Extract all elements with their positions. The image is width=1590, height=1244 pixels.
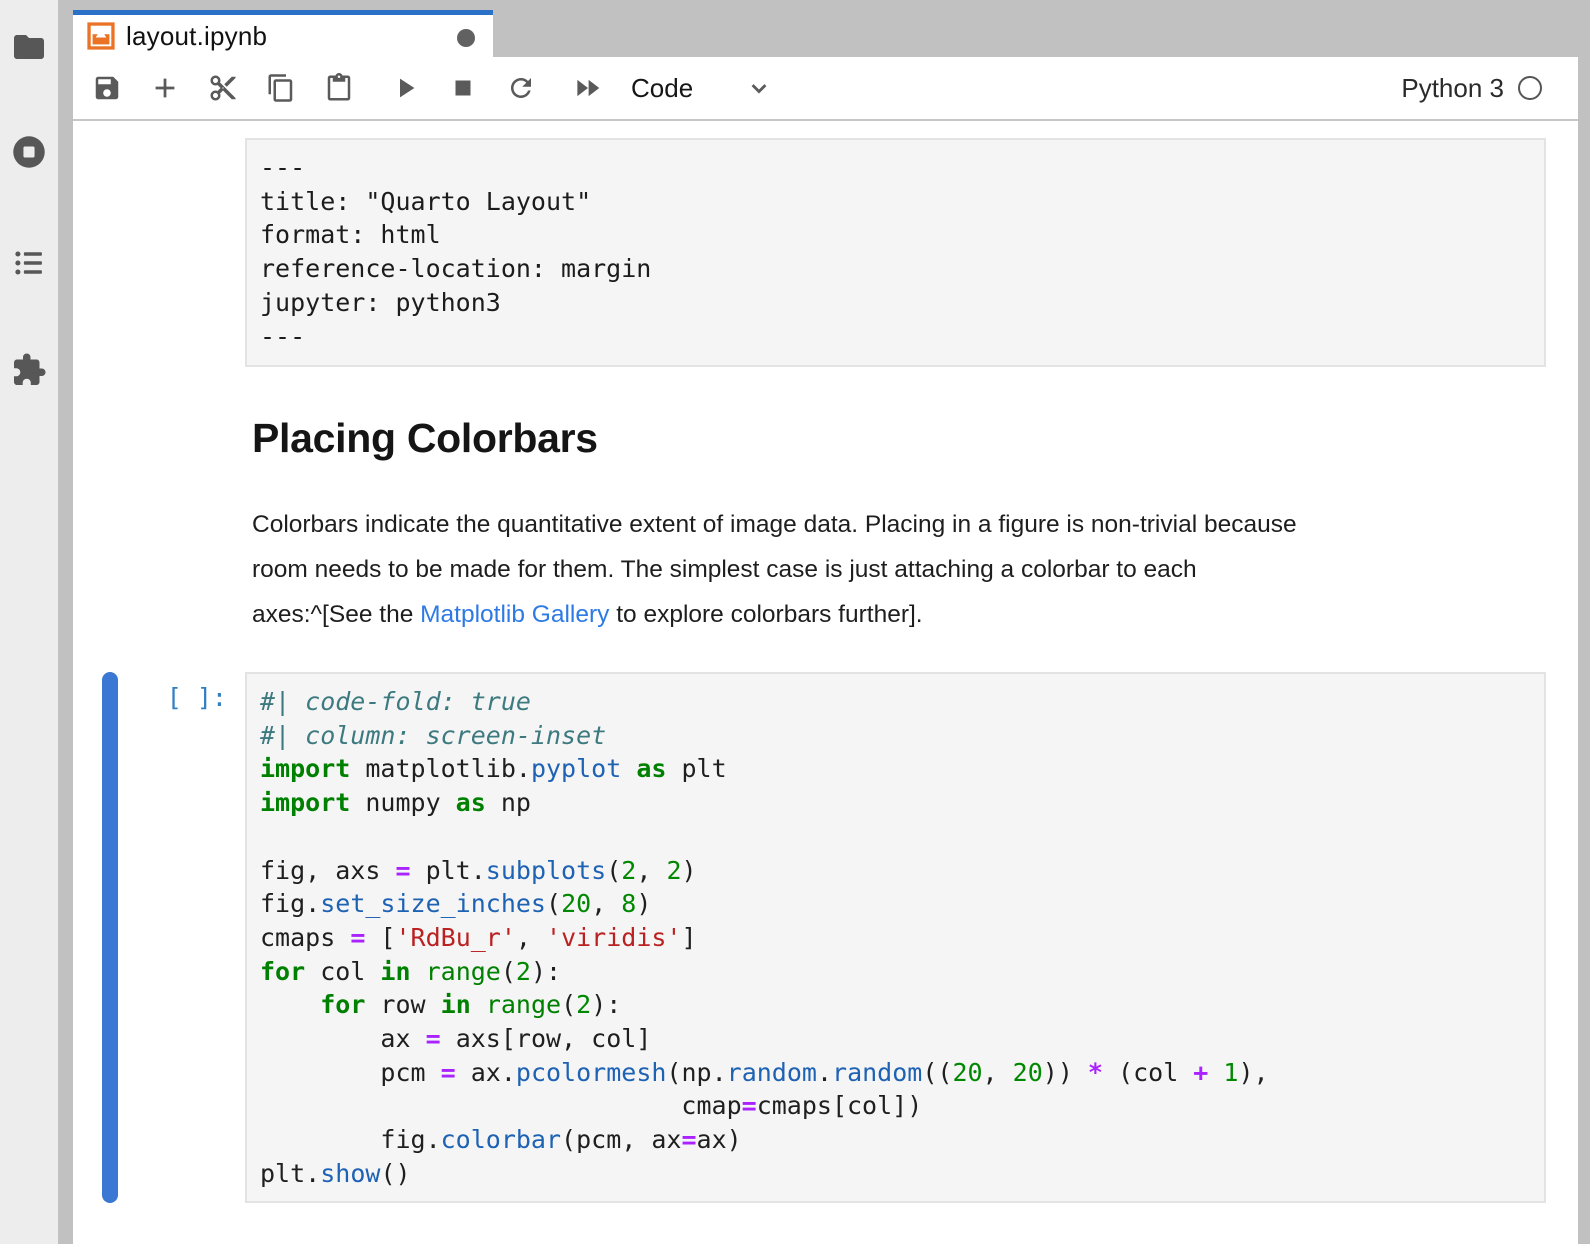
- restart-run-all-button[interactable]: [559, 61, 617, 115]
- paragraph-text: axes:^[See the: [252, 601, 420, 628]
- code-line: plt.show(): [260, 1157, 1531, 1191]
- insert-cell-button[interactable]: [136, 61, 194, 115]
- fast-forward-icon: [573, 73, 603, 103]
- code-line: for col in range(2):: [260, 955, 1531, 989]
- restart-icon: [506, 73, 536, 103]
- yaml-line: ---: [260, 151, 1531, 185]
- code-line: [260, 820, 1531, 854]
- copy-icon: [266, 73, 296, 103]
- folder-icon: [11, 29, 47, 65]
- code-line: #| column: screen-inset: [260, 719, 1531, 753]
- code-line: import matplotlib.pyplot as plt: [260, 752, 1531, 786]
- play-icon: [390, 73, 420, 103]
- save-button[interactable]: [78, 61, 136, 115]
- panel-divider: [58, 0, 73, 1244]
- code-editor[interactable]: #| code-fold: true#| column: screen-inse…: [245, 672, 1546, 1203]
- cell-type-dropdown[interactable]: Code: [631, 73, 773, 104]
- paragraph-text: to explore colorbars further].: [609, 601, 922, 628]
- extension-manager-icon[interactable]: [11, 352, 47, 388]
- notebook-panel: ---title: "Quarto Layout"format: htmlref…: [73, 121, 1578, 1244]
- matplotlib-gallery-link[interactable]: Matplotlib Gallery: [420, 601, 609, 628]
- code-line: fig.set_size_inches(20, 8): [260, 887, 1531, 921]
- notebook-tab[interactable]: layout.ipynb: [73, 10, 493, 57]
- code-line: ax = axs[row, col]: [260, 1022, 1531, 1056]
- code-line: import numpy as np: [260, 786, 1531, 820]
- paragraph-line: Colorbars indicate the quantitative exte…: [252, 502, 1297, 547]
- markdown-heading: Placing Colorbars: [252, 415, 598, 462]
- cut-icon: [208, 73, 238, 103]
- paste-icon: [324, 73, 354, 103]
- jupyterlab-window: layout.ipynb C: [0, 0, 1590, 1244]
- code-line: #| code-fold: true: [260, 685, 1531, 719]
- code-line: cmap=cmaps[col]): [260, 1089, 1531, 1123]
- unsaved-changes-dot[interactable]: [457, 29, 475, 47]
- tab-title: layout.ipynb: [126, 21, 267, 52]
- kernel-area: Python 3: [1401, 73, 1542, 104]
- yaml-frontmatter-editor[interactable]: ---title: "Quarto Layout"format: htmlref…: [245, 138, 1546, 367]
- stop-circle-icon: [11, 134, 47, 170]
- stop-icon: [448, 73, 478, 103]
- cell-type-value: Code: [631, 73, 693, 104]
- code-line: pcm = ax.pcolormesh(np.random.random((20…: [260, 1056, 1531, 1090]
- kernel-status-icon[interactable]: [1518, 76, 1542, 100]
- restart-kernel-button[interactable]: [492, 61, 550, 115]
- markdown-paragraph: Colorbars indicate the quantitative exte…: [252, 502, 1297, 638]
- chevron-down-icon: [745, 74, 773, 102]
- running-sessions-icon[interactable]: [11, 134, 47, 170]
- paragraph-line: axes:^[See the Matplotlib Gallery to exp…: [252, 592, 1297, 637]
- dock-tab-bar: layout.ipynb: [73, 0, 1578, 57]
- kernel-name[interactable]: Python 3: [1401, 73, 1504, 104]
- yaml-line: jupyter: python3: [260, 286, 1531, 320]
- paragraph-text: Colorbars indicate the quantitative exte…: [252, 511, 1297, 538]
- plus-icon: [150, 73, 180, 103]
- paragraph-text: room needs to be made for them. The simp…: [252, 556, 1197, 583]
- cell-input-prompt: [ ]:: [131, 683, 227, 712]
- notebook-file-icon: [87, 22, 115, 50]
- list-icon: [11, 245, 47, 281]
- right-edge: [1578, 0, 1590, 1244]
- yaml-line: format: html: [260, 218, 1531, 252]
- save-icon: [92, 73, 122, 103]
- table-of-contents-icon[interactable]: [11, 245, 47, 281]
- cut-cells-button[interactable]: [194, 61, 252, 115]
- run-cell-button[interactable]: [376, 61, 434, 115]
- yaml-line: reference-location: margin: [260, 252, 1531, 286]
- puzzle-icon: [11, 352, 47, 388]
- code-line: for row in range(2):: [260, 988, 1531, 1022]
- code-line: fig.colorbar(pcm, ax=ax): [260, 1123, 1531, 1157]
- paragraph-line: room needs to be made for them. The simp…: [252, 547, 1297, 592]
- copy-cells-button[interactable]: [252, 61, 310, 115]
- code-line: fig, axs = plt.subplots(2, 2): [260, 854, 1531, 888]
- activity-sidebar: [0, 0, 58, 1244]
- yaml-line: title: "Quarto Layout": [260, 185, 1531, 219]
- code-line: cmaps = ['RdBu_r', 'viridis']: [260, 921, 1531, 955]
- yaml-line: ---: [260, 320, 1531, 354]
- file-browser-icon[interactable]: [11, 29, 47, 65]
- active-cell-collapser-bar[interactable]: [102, 672, 118, 1203]
- paste-cells-button[interactable]: [310, 61, 368, 115]
- notebook-toolbar: Code Python 3: [73, 57, 1578, 121]
- interrupt-kernel-button[interactable]: [434, 61, 492, 115]
